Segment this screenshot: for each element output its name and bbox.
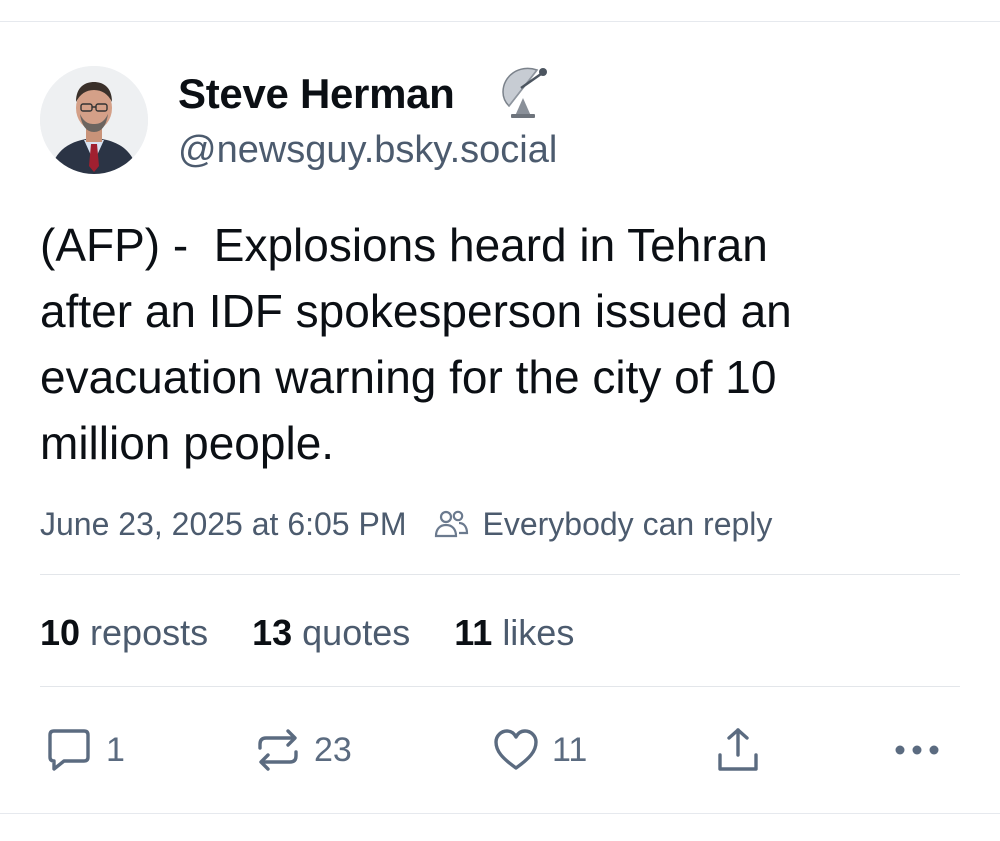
divider [40, 686, 960, 687]
post-text: (AFP) - Explosions heard in Tehran after… [40, 219, 792, 469]
author-handle[interactable]: @newsguy.bsky.social [178, 127, 557, 173]
top-divider [0, 21, 1000, 22]
post-timestamp[interactable]: June 23, 2025 at 6:05 PM [40, 506, 406, 543]
heart-icon [492, 726, 540, 774]
reply-count: 1 [106, 730, 125, 769]
quotes-count: 13 [252, 612, 293, 653]
reply-setting[interactable]: Everybody can reply [482, 506, 772, 543]
quotes-label: quotes [302, 612, 411, 653]
more-icon [892, 740, 942, 760]
bottom-divider [0, 813, 1000, 814]
repost-icon [254, 726, 302, 774]
reply-icon [44, 725, 94, 775]
author-display-name[interactable]: Steve Herman [178, 68, 455, 120]
avatar-image [40, 66, 148, 174]
reply-button[interactable]: 1 [44, 720, 125, 780]
repost-count: 23 [314, 730, 352, 769]
reposts-label: reposts [90, 612, 209, 653]
post-stats: 10 reposts 13 quotes 11 likes [40, 610, 618, 656]
people-icon [432, 505, 470, 543]
likes-label: likes [502, 612, 575, 653]
quotes-stat[interactable]: 13 quotes [252, 612, 410, 654]
more-options-button[interactable] [892, 720, 942, 780]
repost-button[interactable]: 23 [254, 720, 352, 780]
likes-count: 11 [454, 612, 493, 653]
reposts-count: 10 [40, 612, 81, 653]
like-count: 11 [552, 730, 588, 769]
likes-stat[interactable]: 11 likes [454, 612, 574, 654]
share-button[interactable] [714, 720, 762, 780]
like-button[interactable]: 11 [492, 720, 587, 780]
reposts-stat[interactable]: 10 reposts [40, 612, 208, 654]
share-icon [714, 725, 762, 775]
post-meta: June 23, 2025 at 6:05 PM Everybody can r… [40, 502, 772, 546]
satellite-dish-icon [497, 62, 555, 120]
action-bar: 1 23 11 [0, 720, 1000, 780]
avatar[interactable] [40, 66, 148, 174]
divider [40, 574, 960, 575]
